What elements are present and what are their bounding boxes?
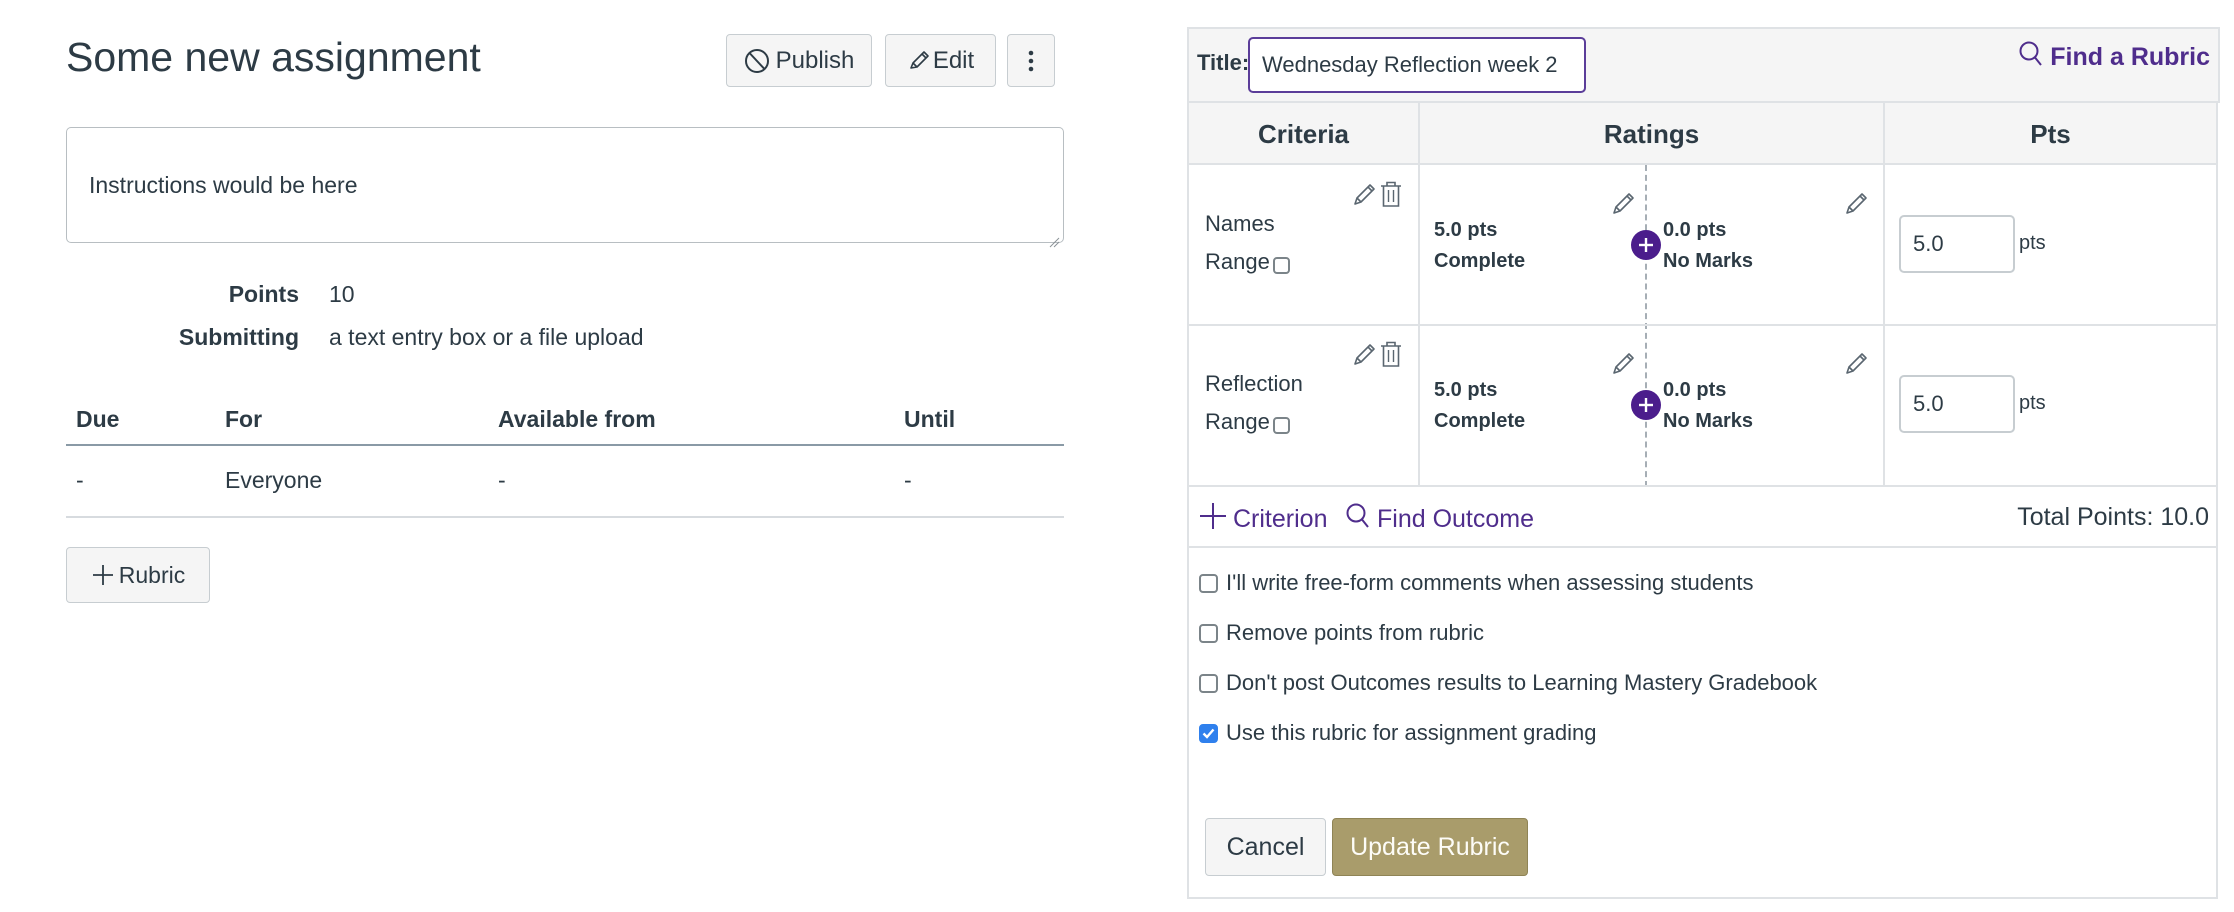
plus-icon [1199,502,1227,537]
rating-points: 0.0 pts [1663,219,1727,241]
update-rubric-label: Update Rubric [1350,832,1510,861]
unpublished-circle-icon [744,48,770,74]
option-free-form-comments[interactable]: I'll write free-form comments when asses… [1199,570,1754,596]
rating-points: 5.0 pts [1434,379,1498,401]
criterion-points-input[interactable] [1899,375,2015,433]
edit-button[interactable]: Edit [885,34,996,87]
option-dont-post-outcomes[interactable]: Don't post Outcomes results to Learning … [1199,670,1817,696]
criterion-points-input[interactable] [1899,215,2015,273]
points-value: 10 [329,281,355,307]
add-rubric-label: Rubric [118,561,186,588]
row-divider [1187,485,2218,487]
pencil-icon[interactable] [1611,350,1637,381]
range-toggle[interactable]: Range [1205,409,1290,435]
pts-header: Pts [2030,118,2071,149]
rubric-title-input[interactable] [1248,37,1586,93]
until-cell: - [904,467,912,493]
plus-icon [1639,398,1653,412]
resize-grip-icon[interactable] [1048,227,1060,248]
rating-description: Complete [1434,410,1526,432]
trash-icon[interactable] [1379,340,1403,373]
option-label: Don't post Outcomes results to Learning … [1226,670,1818,695]
criterion-name: Reflection [1205,371,1303,396]
remove-points-checkbox[interactable] [1199,623,1218,643]
points-label: Points [228,281,299,307]
cancel-button[interactable]: Cancel [1205,818,1326,876]
add-rubric-button[interactable]: Rubric [66,547,210,603]
find-outcome-label: Find Outcome [1377,505,1535,533]
pencil-icon [907,49,931,73]
ratings-header: Ratings [1603,118,1700,149]
checkmark-icon [1202,728,1215,739]
cancel-label: Cancel [1226,832,1305,861]
available-from-cell: - [498,467,506,493]
find-rubric-link[interactable]: Find a Rubric [2018,40,2210,75]
publish-button[interactable]: Publish [726,34,872,87]
page-title: Some new assignment [66,34,481,80]
rating-points: 0.0 pts [1663,379,1727,401]
option-remove-points[interactable]: Remove points from rubric [1199,620,1484,646]
table-bottom-divider [66,516,1064,518]
column-header-due: Due [76,406,120,432]
table-header-divider [66,444,1064,446]
range-checkbox[interactable] [1272,256,1290,274]
option-label: I'll write free-form comments when asses… [1226,570,1754,595]
update-rubric-button[interactable]: Update Rubric [1332,818,1528,876]
instructions-box[interactable]: Instructions would be here [66,127,1064,248]
column-header-available-from: Available from [498,406,656,432]
pencil-icon[interactable] [1352,341,1378,372]
submitting-value: a text entry box or a file upload [329,324,644,350]
for-cell: Everyone [225,467,323,493]
dont-post-outcomes-checkbox[interactable] [1199,673,1218,693]
option-label: Remove points from rubric [1226,620,1484,645]
kebab-menu-icon [1028,49,1034,73]
find-rubric-label: Find a Rubric [2050,43,2210,71]
footer-divider [1187,546,2218,548]
criteria-column-divider [1418,103,1420,487]
rating-divider [1645,165,1647,487]
range-label: Range [1205,409,1270,434]
option-use-for-grading[interactable]: Use this rubric for assignment grading [1199,720,1597,746]
column-header-for: For [225,406,263,432]
search-icon [2018,40,2044,75]
rating-description: No Marks [1663,250,1754,272]
add-criterion-label: Criterion [1233,505,1328,533]
publish-label: Publish [775,46,855,74]
edit-label: Edit [932,46,975,74]
add-rating-button[interactable] [1631,230,1661,260]
trash-icon[interactable] [1379,180,1403,213]
total-points: Total Points: 10.0 [2017,503,2209,531]
rating-description: No Marks [1663,410,1754,432]
pencil-icon[interactable] [1611,190,1637,221]
column-header-until: Until [904,406,956,432]
range-label: Range [1205,249,1270,274]
criterion-name: Names [1205,211,1275,236]
criteria-header: Criteria [1257,118,1350,149]
add-criterion-link[interactable]: Criterion [1199,502,1327,537]
pencil-icon[interactable] [1352,181,1378,212]
submitting-label: Submitting [178,324,299,350]
plus-icon [1639,238,1653,252]
more-options-button[interactable] [1007,34,1055,87]
option-label: Use this rubric for assignment grading [1226,720,1597,745]
pts-column-divider [1883,103,1885,487]
free-form-comments-checkbox[interactable] [1199,573,1218,593]
row-divider [1187,324,2218,326]
use-for-grading-checkbox[interactable] [1199,723,1218,743]
plus-icon [91,563,115,587]
pencil-icon[interactable] [1844,190,1870,221]
pencil-icon[interactable] [1844,350,1870,381]
rubric-title-label: Title: [1197,50,1250,75]
rating-description: Complete [1434,250,1526,272]
points-unit: pts [2019,232,2046,254]
rating-points: 5.0 pts [1434,219,1498,241]
add-rating-button[interactable] [1631,390,1661,420]
range-checkbox[interactable] [1272,416,1290,434]
find-outcome-link[interactable]: Find Outcome [1345,502,1534,537]
due-cell: - [76,467,84,493]
points-unit: pts [2019,392,2046,414]
instructions-text: Instructions would be here [89,171,358,198]
range-toggle[interactable]: Range [1205,249,1290,275]
search-icon [1345,502,1371,537]
